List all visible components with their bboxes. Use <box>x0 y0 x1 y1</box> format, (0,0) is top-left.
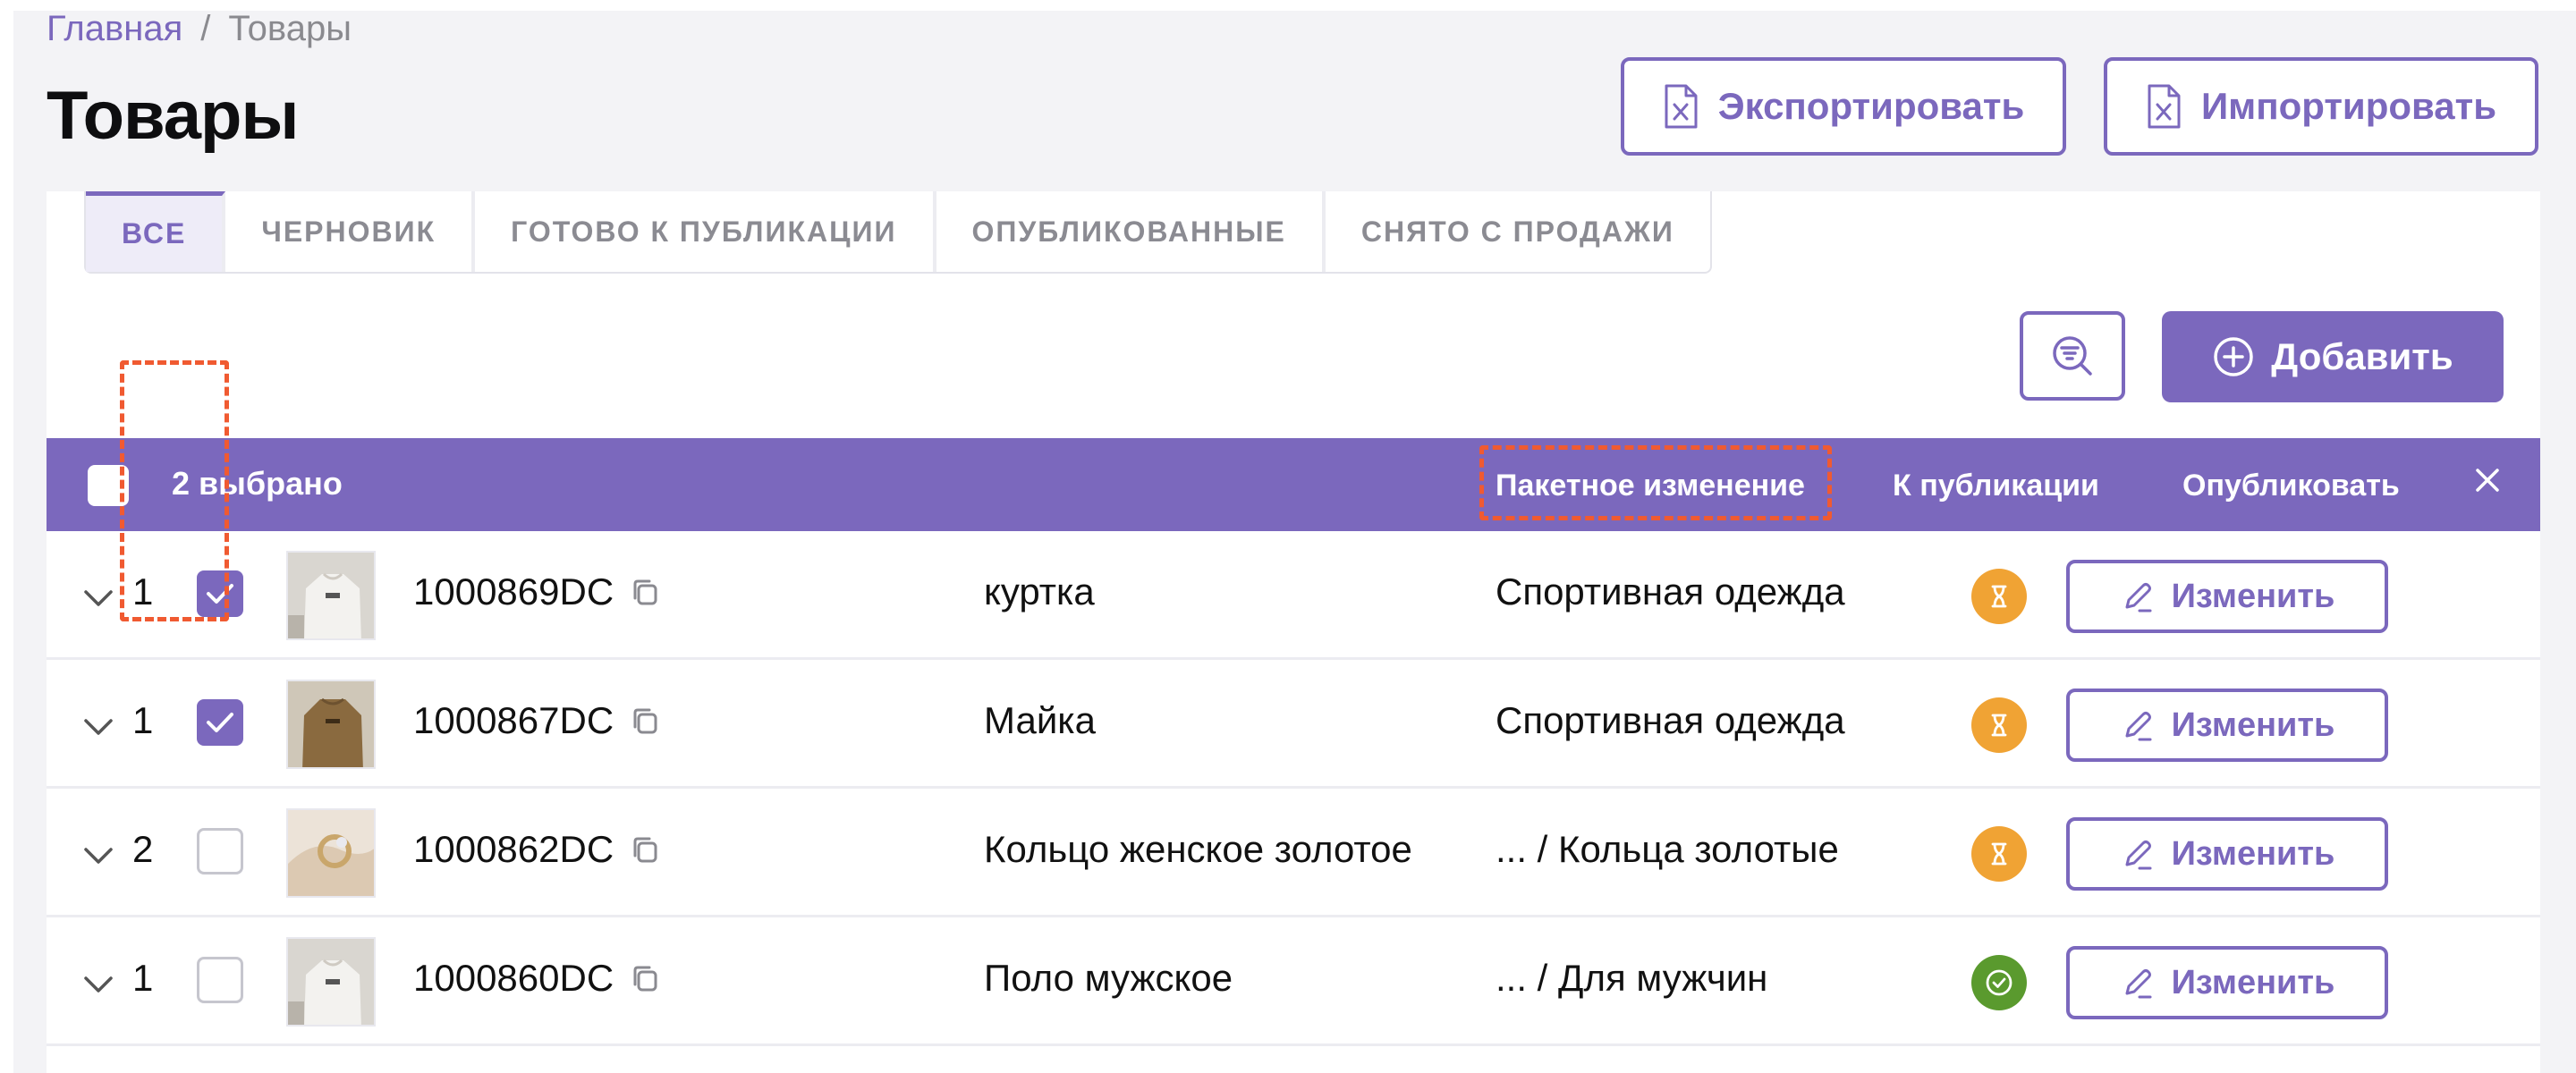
status-pending-badge <box>1971 697 2027 753</box>
row-checkbox[interactable] <box>197 957 243 1003</box>
sku-text: 1000869DC <box>413 570 614 613</box>
copy-icon[interactable] <box>630 577 660 607</box>
breadcrumb-separator: / <box>200 9 211 48</box>
hourglass-icon <box>1991 585 2007 608</box>
product-sku: 1000867DC <box>413 699 660 742</box>
table-row: 2 1000862DC Кольцо женское золотое ... /… <box>47 789 2540 917</box>
table-row: 1 1000867DC Майка Спортивная одежда Изме… <box>47 660 2540 789</box>
status-tabs: ВСЕ ЧЕРНОВИК ГОТОВО К ПУБЛИКАЦИИ ОПУБЛИК… <box>84 191 1712 274</box>
variant-count: 1 <box>132 699 154 741</box>
product-thumbnail <box>286 937 376 1027</box>
breadcrumb-home-link[interactable]: Главная <box>47 9 182 49</box>
export-button-label: Экспортировать <box>1717 85 2025 127</box>
chevron-down-icon[interactable] <box>80 837 116 873</box>
tab-all[interactable]: ВСЕ <box>86 191 226 272</box>
chevron-down-icon[interactable] <box>80 966 116 1001</box>
publish-button[interactable]: Опубликовать <box>2182 469 2400 503</box>
product-thumbnail <box>286 680 376 769</box>
edit-button-label: Изменить <box>2171 834 2335 873</box>
plus-circle-icon <box>2214 337 2254 376</box>
filter-search-icon <box>2053 336 2092 376</box>
row-checkbox[interactable] <box>197 699 243 746</box>
excel-file-icon <box>2148 84 2181 129</box>
tab-ready-to-publish[interactable]: ГОТОВО К ПУБЛИКАЦИИ <box>475 191 936 272</box>
status-pending-badge <box>1971 569 2027 624</box>
variant-count: 1 <box>132 957 154 999</box>
chevron-down-icon[interactable] <box>80 708 116 744</box>
edit-button[interactable]: Изменить <box>2066 560 2388 633</box>
close-icon[interactable] <box>2465 458 2510 503</box>
tab-removed-from-sale[interactable]: СНЯТО С ПРОДАЖИ <box>1326 191 1710 272</box>
product-name: куртка <box>984 570 1095 613</box>
edit-button[interactable]: Изменить <box>2066 946 2388 1019</box>
product-sku: 1000860DC <box>413 957 660 1000</box>
add-product-button[interactable]: Добавить <box>2162 311 2504 402</box>
tab-published[interactable]: ОПУБЛИКОВАННЫЕ <box>936 191 1326 272</box>
product-category: Спортивная одежда <box>1496 699 1845 741</box>
copy-icon[interactable] <box>630 834 660 865</box>
row-checkbox[interactable] <box>197 828 243 874</box>
sku-text: 1000860DC <box>413 957 614 999</box>
excel-file-icon <box>1665 84 1698 129</box>
breadcrumb-current: Товары <box>228 9 352 48</box>
product-name: Майка <box>984 699 1096 741</box>
edit-button[interactable]: Изменить <box>2066 689 2388 762</box>
import-button-label: Импортировать <box>2200 85 2497 127</box>
export-button[interactable]: Экспортировать <box>1621 57 2066 156</box>
pencil-icon <box>2125 969 2152 999</box>
copy-icon[interactable] <box>630 705 660 736</box>
pencil-icon <box>2125 712 2152 741</box>
pencil-icon <box>2125 841 2152 870</box>
pencil-icon <box>2125 583 2152 613</box>
hourglass-icon <box>1991 714 2007 737</box>
product-name: Кольцо женское золотое <box>984 828 1412 870</box>
edit-button-label: Изменить <box>2171 705 2335 744</box>
sku-text: 1000867DC <box>413 699 614 741</box>
product-category: ... / Для мужчин <box>1496 957 1768 999</box>
filter-search-button[interactable] <box>2020 311 2125 401</box>
check-circle-icon <box>1986 969 2012 996</box>
products-card: ВСЕ ЧЕРНОВИК ГОТОВО К ПУБЛИКАЦИИ ОПУБЛИК… <box>47 191 2540 1073</box>
add-button-label: Добавить <box>2271 335 2453 377</box>
product-sku: 1000862DC <box>413 828 660 871</box>
breadcrumb: Главная / Товары <box>47 9 352 49</box>
tab-draft[interactable]: ЧЕРНОВИК <box>225 191 476 272</box>
edit-button-label: Изменить <box>2171 963 2335 1001</box>
product-category: ... / Кольца золотые <box>1496 828 1839 870</box>
page-title: Товары <box>47 78 299 154</box>
status-published-badge <box>1971 955 2027 1010</box>
sku-text: 1000862DC <box>413 828 614 870</box>
import-button[interactable]: Импортировать <box>2104 57 2538 156</box>
variant-count: 2 <box>132 828 154 870</box>
table-row: 1 1000860DC Поло мужское ... / Для мужчи… <box>47 917 2540 1046</box>
product-category: Спортивная одежда <box>1496 570 1845 613</box>
selected-checkboxes-highlight <box>120 360 229 621</box>
status-pending-badge <box>1971 826 2027 882</box>
product-thumbnail <box>286 551 376 640</box>
checkmark-icon <box>207 713 233 732</box>
edit-button[interactable]: Изменить <box>2066 817 2388 891</box>
product-thumbnail <box>286 808 376 898</box>
bulk-actions-bar: 2 выбрано Пакетное изменение К публикаци… <box>47 438 2540 531</box>
edit-button-label: Изменить <box>2171 577 2335 615</box>
hourglass-icon <box>1991 842 2007 866</box>
batch-edit-button[interactable]: Пакетное изменение <box>1496 469 1805 503</box>
table-row: 1 1000869DC куртка Спортивная одежда Изм… <box>47 531 2540 660</box>
copy-icon[interactable] <box>630 963 660 993</box>
to-publication-button[interactable]: К публикации <box>1893 469 2099 503</box>
chevron-down-icon[interactable] <box>80 579 116 615</box>
product-name: Поло мужское <box>984 957 1233 999</box>
product-sku: 1000869DC <box>413 570 660 613</box>
